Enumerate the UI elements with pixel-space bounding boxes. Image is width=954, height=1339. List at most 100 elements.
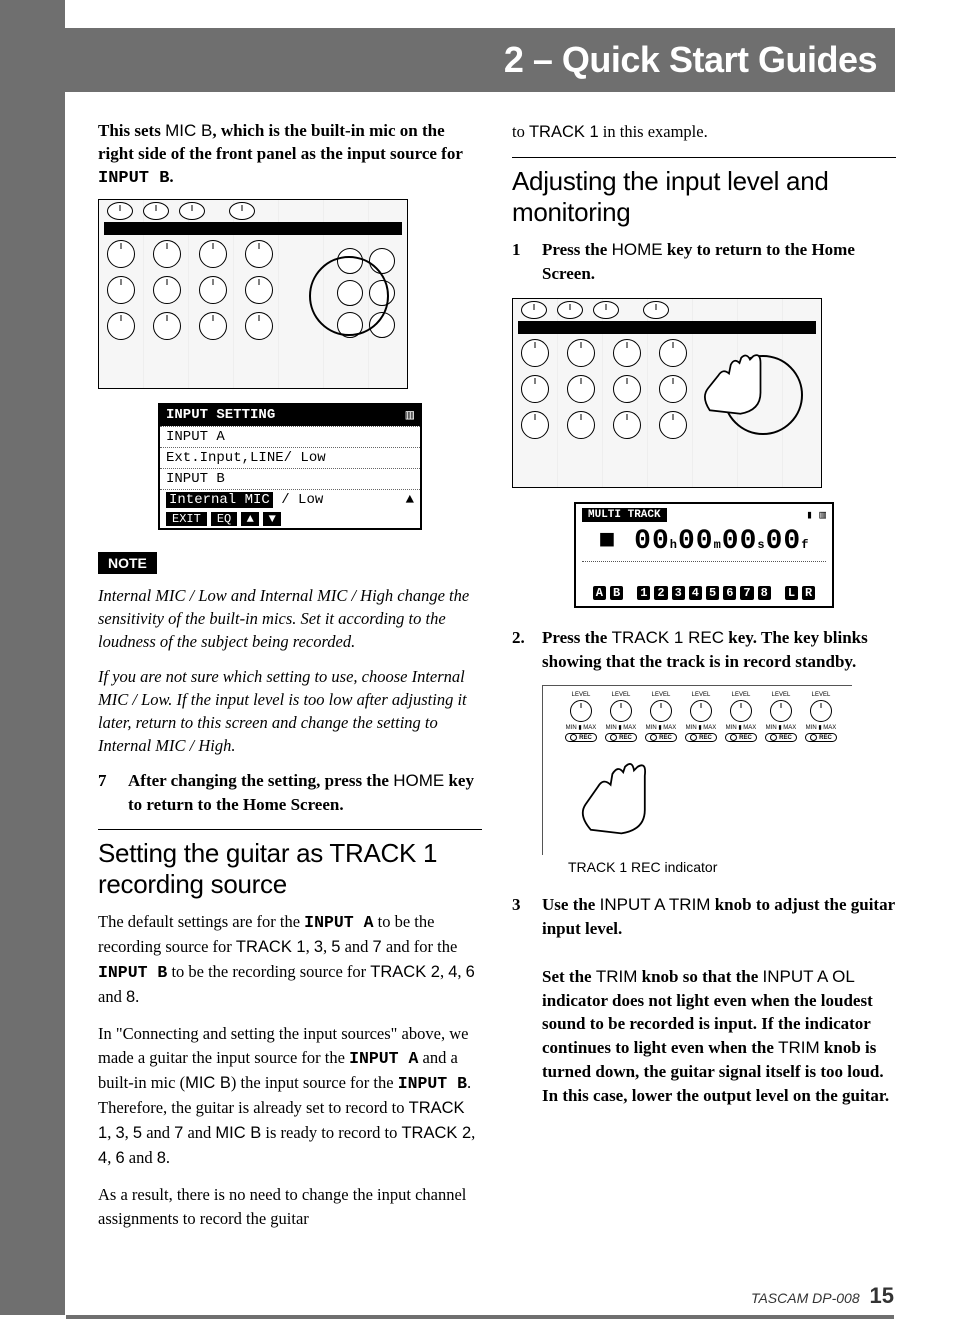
knob-icon — [593, 301, 619, 319]
track-number: 7 — [174, 1124, 183, 1142]
text: and — [98, 987, 126, 1006]
knob-icon — [199, 240, 227, 268]
text: , — [471, 1123, 475, 1142]
track-strip: LEVELMIN ▮ MAXREC — [643, 692, 679, 742]
text: and — [142, 1123, 174, 1142]
note-paragraph-1: Internal MIC / Low and Internal MIC / Hi… — [98, 584, 482, 653]
jog-wheel-icon — [309, 256, 389, 336]
knob-icon — [245, 312, 273, 340]
step-7: 7 After changing the setting, press the … — [98, 769, 482, 817]
note-paragraph-2: If you are not sure which setting to use… — [98, 665, 482, 757]
rec-button-icon: REC — [725, 733, 757, 742]
text: , — [440, 962, 448, 981]
knob-icon — [107, 312, 135, 340]
step-number: 7 — [98, 769, 114, 817]
hand-pointer-icon — [691, 349, 781, 419]
text: Press the — [542, 628, 612, 647]
knob-icon — [199, 276, 227, 304]
track-number: 7 — [373, 938, 382, 956]
lcd-input-b-row: INPUT B — [160, 468, 420, 489]
rec-button-icon: REC — [565, 733, 597, 742]
input-b-label: INPUT B — [398, 1074, 467, 1093]
hand-pointer-icon — [571, 756, 661, 836]
knob-icon — [521, 411, 549, 439]
text: This sets — [98, 121, 165, 140]
section-heading-adjusting-input: Adjusting the input level and monitoring — [512, 166, 896, 228]
device-diagram-home — [512, 298, 822, 488]
mic-b-label: MIC B — [215, 1124, 261, 1142]
knob-icon — [570, 700, 592, 722]
track-label: TRACK 2 — [370, 963, 440, 981]
track-strip: LEVELMIN ▮ MAXREC — [563, 692, 599, 742]
section-divider — [98, 829, 482, 830]
intro-paragraph: This sets MIC B, which is the built-in m… — [98, 120, 482, 191]
text: to — [512, 122, 529, 141]
knob-icon — [153, 276, 181, 304]
input-a-ol-label: INPUT A OL — [763, 967, 855, 986]
mic-b-label: MIC B — [185, 1074, 231, 1092]
rec-button-icon: REC — [605, 733, 637, 742]
text: Use the — [542, 895, 600, 914]
text: The default settings are for the — [98, 912, 304, 931]
knob-icon — [567, 339, 595, 367]
knob-icon — [521, 375, 549, 403]
paragraph-no-change-needed: As a result, there is no need to change … — [98, 1183, 482, 1231]
right-column: to TRACK 1 in this example. Adjusting th… — [512, 120, 896, 1243]
up-arrow-icon: ▲ — [241, 512, 259, 526]
mic-b-label: MIC B — [165, 121, 212, 140]
paragraph-continuation: to TRACK 1 in this example. — [512, 120, 896, 145]
rec-button-icon: REC — [685, 733, 717, 742]
knob-icon — [229, 202, 255, 220]
knob-icon — [179, 202, 205, 220]
track-label: TRACK 2 — [401, 1124, 471, 1142]
track-label: TRACK 1 — [529, 123, 599, 141]
meter-label: L — [785, 586, 798, 600]
track-number: 8 — [157, 1149, 166, 1167]
knob-icon — [613, 339, 641, 367]
knob-icon — [650, 700, 672, 722]
text: , — [125, 1123, 133, 1142]
text: knob so that the — [637, 967, 762, 986]
section-divider — [512, 157, 896, 158]
meter-label: 4 — [689, 586, 702, 600]
meter-label: 1 — [637, 586, 650, 600]
meter-label: B — [610, 586, 623, 600]
footer-brand: TASCAM DP-008 — [751, 1290, 860, 1306]
lcd-meter-row: AB 12345678 LR — [582, 586, 826, 600]
text: to be the recording source for — [167, 962, 370, 981]
page-number: 15 — [870, 1283, 894, 1308]
input-b-label: INPUT B — [98, 169, 169, 188]
text: , — [306, 937, 314, 956]
knob-icon — [690, 700, 712, 722]
device-diagram-rec: LEVELMIN ▮ MAXREC LEVELMIN ▮ MAXREC LEVE… — [542, 685, 852, 855]
text: , — [457, 962, 465, 981]
lcd-input-a-value: Ext.Input,LINE/ Low — [160, 447, 420, 468]
knob-icon — [199, 312, 227, 340]
lcd-home-screen: MULTI TRACK ▮ ▥ ■ 00h00m00s00f AB 123456… — [574, 502, 834, 608]
page-gutter — [0, 0, 65, 1315]
paragraph-default-settings: The default settings are for the INPUT A… — [98, 910, 482, 1010]
text: . — [169, 167, 173, 186]
page-content: This sets MIC B, which is the built-in m… — [98, 120, 898, 1243]
lcd-input-setting: INPUT SETTING▥ INPUT A Ext.Input,LINE/ L… — [158, 403, 422, 530]
text: and — [125, 1148, 157, 1167]
page-footer: TASCAM DP-008 15 — [751, 1283, 894, 1309]
knob-icon — [557, 301, 583, 319]
lcd-softkey-exit: EXIT — [166, 512, 207, 526]
track-strip: LEVELMIN ▮ MAXREC — [723, 692, 759, 742]
knob-icon — [107, 240, 135, 268]
trim-label: TRIM — [596, 967, 638, 986]
meter-label: 6 — [723, 586, 736, 600]
input-a-label: INPUT A — [304, 913, 373, 932]
section-heading-guitar-track1: Setting the guitar as TRACK 1 recording … — [98, 838, 482, 900]
lcd-mode-tag: MULTI TRACK — [582, 508, 667, 522]
knob-icon — [107, 276, 135, 304]
text: . — [135, 987, 139, 1006]
text: and for the — [382, 937, 458, 956]
knob-icon — [730, 700, 752, 722]
input-a-label: INPUT A — [349, 1049, 418, 1068]
lcd-input-b-value-selected: Internal MIC — [166, 492, 273, 508]
rec-button-icon: REC — [805, 733, 837, 742]
text: After changing the setting, press the — [128, 771, 393, 790]
scroll-arrow-icon: ▲ — [406, 492, 414, 508]
